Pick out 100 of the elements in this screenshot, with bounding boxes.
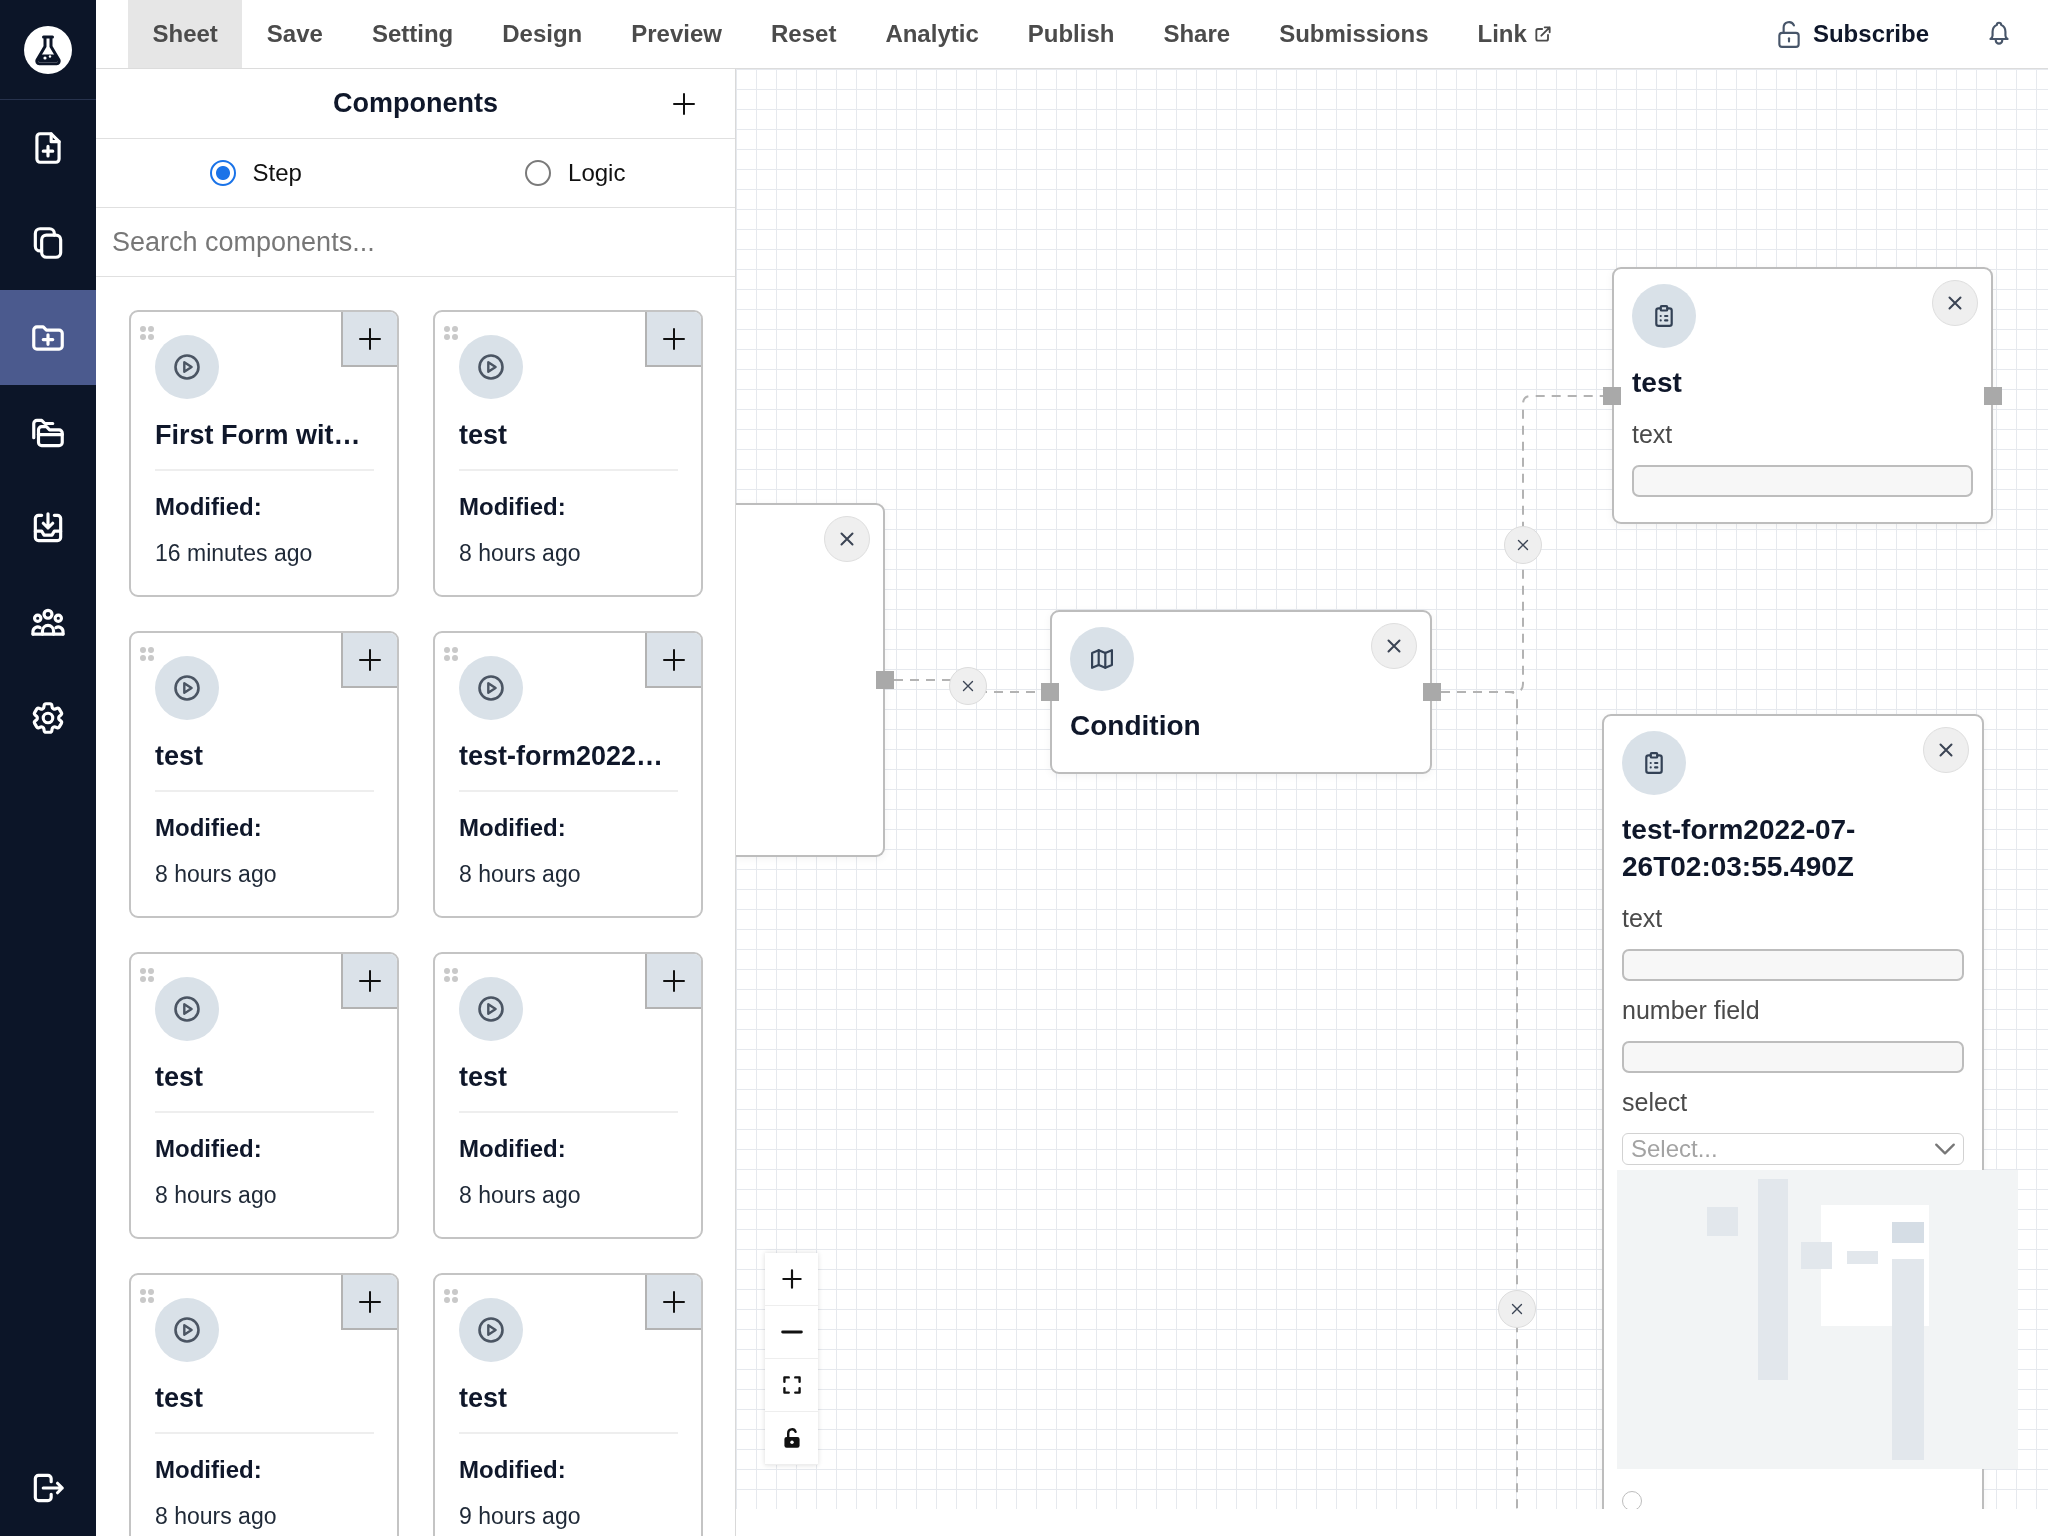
- connection-handle[interactable]: [876, 671, 894, 689]
- radio-button[interactable]: [525, 160, 552, 186]
- card-title: First Form wit…: [155, 419, 362, 452]
- connection-handle[interactable]: [1603, 386, 1621, 405]
- zoom-in-button[interactable]: [765, 1253, 818, 1306]
- modified-label: Modified:: [155, 1134, 263, 1164]
- connection-handle[interactable]: [1423, 683, 1441, 701]
- edge-delete-button[interactable]: [949, 667, 987, 705]
- menu-tab[interactable]: Submissions: [1254, 0, 1453, 68]
- minimap-node: [1847, 1251, 1878, 1264]
- node-title: test: [1632, 366, 1683, 400]
- modified-time: 16 minutes ago: [155, 539, 314, 568]
- flask-logo-icon: [24, 25, 72, 74]
- text-input[interactable]: [1622, 949, 1964, 981]
- drag-handle-icon[interactable]: [139, 967, 155, 983]
- drag-handle-icon[interactable]: [443, 646, 459, 662]
- zoom-out-button[interactable]: [765, 1306, 818, 1359]
- node-title: test-form2022-07-26T02:03:55.490Z: [1622, 813, 1857, 884]
- add-button[interactable]: [645, 954, 701, 1009]
- drag-handle-icon[interactable]: [443, 1288, 459, 1304]
- card-title: test: [459, 419, 508, 452]
- play-circle-icon: [459, 656, 523, 720]
- node-close-button[interactable]: [1923, 727, 1969, 773]
- radio-label[interactable]: Logic: [568, 155, 626, 191]
- node-close-button[interactable]: [1371, 623, 1417, 669]
- menu-link[interactable]: Link: [1453, 0, 1578, 68]
- play-circle-icon: [459, 1298, 523, 1362]
- connection-handle[interactable]: [1984, 386, 2002, 405]
- radio-label[interactable]: Step: [252, 155, 302, 191]
- add-button[interactable]: [341, 954, 397, 1009]
- node-close-button[interactable]: [1932, 280, 1978, 326]
- menu-tab[interactable]: Save: [242, 0, 348, 68]
- add-button[interactable]: [645, 1275, 701, 1330]
- drag-handle-icon[interactable]: [139, 325, 155, 341]
- play-circle-icon: [155, 977, 219, 1041]
- modified-time: 8 hours ago: [155, 860, 278, 889]
- text-input[interactable]: [1632, 465, 1973, 497]
- component-card[interactable]: test Modified: 8 hours ago: [129, 952, 399, 1239]
- component-card[interactable]: test-form2022… Modified: 8 hours ago: [433, 631, 703, 918]
- field-label: number field: [1622, 995, 1761, 1025]
- card-title: test: [155, 740, 204, 773]
- modified-time: 8 hours ago: [459, 860, 582, 889]
- add-button[interactable]: [645, 633, 701, 688]
- add-button[interactable]: [341, 1275, 397, 1330]
- field-label: select: [1622, 1087, 1689, 1117]
- menu-tab[interactable]: Setting: [347, 0, 478, 68]
- menu-tab[interactable]: Reset: [746, 0, 861, 68]
- clipboard-list-icon: [1632, 284, 1696, 348]
- radio-button[interactable]: [209, 160, 236, 186]
- card-title: test: [155, 1061, 204, 1094]
- subscribe-button[interactable]: Subscribe: [1775, 16, 1929, 52]
- menu-tab[interactable]: Design: [477, 0, 607, 68]
- card-title: test: [155, 1382, 204, 1415]
- play-circle-icon: [459, 335, 523, 399]
- fit-view-button[interactable]: [765, 1359, 818, 1412]
- text-input[interactable]: [1622, 1041, 1964, 1073]
- add-button[interactable]: [341, 633, 397, 688]
- menu-tab[interactable]: Preview: [606, 0, 747, 68]
- play-circle-icon: [459, 977, 523, 1041]
- modified-label: Modified:: [155, 492, 263, 522]
- menu-tab[interactable]: Publish: [1003, 0, 1139, 68]
- unlocked-padlock-icon: [1775, 19, 1802, 49]
- component-card[interactable]: test Modified: 9 hours ago: [433, 1273, 703, 1536]
- menu-tab[interactable]: Analytic: [860, 0, 1004, 68]
- menu-tab[interactable]: Sheet: [128, 0, 243, 68]
- component-card[interactable]: test Modified: 8 hours ago: [129, 1273, 399, 1536]
- component-card[interactable]: test Modified: 8 hours ago: [129, 631, 399, 918]
- node-title: Condition: [1070, 709, 1202, 743]
- drag-handle-icon[interactable]: [139, 646, 155, 662]
- play-circle-icon: [155, 335, 219, 399]
- minus-icon: [778, 1330, 805, 1334]
- play-circle-icon: [155, 1298, 219, 1362]
- modified-label: Modified:: [459, 1455, 567, 1485]
- drag-handle-icon[interactable]: [443, 967, 459, 983]
- edge-delete-button[interactable]: [1504, 526, 1542, 564]
- component-card[interactable]: test Modified: 8 hours ago: [433, 952, 703, 1239]
- field-label: text: [1632, 419, 1674, 449]
- radio-button[interactable]: [1622, 1491, 1642, 1509]
- drag-handle-icon[interactable]: [443, 325, 459, 341]
- menu-tab[interactable]: Share: [1138, 0, 1255, 68]
- connection-handle[interactable]: [1041, 683, 1059, 701]
- sidebar-item[interactable]: [0, 290, 96, 385]
- add-button[interactable]: [645, 312, 701, 367]
- component-card[interactable]: test Modified: 8 hours ago: [433, 310, 703, 597]
- modified-time: 8 hours ago: [155, 1181, 278, 1210]
- edge-delete-button[interactable]: [1498, 1290, 1536, 1328]
- add-button[interactable]: [341, 312, 397, 367]
- drag-handle-icon[interactable]: [139, 1288, 155, 1304]
- modified-time: 8 hours ago: [459, 1181, 582, 1210]
- chevron-down-icon: [1935, 1143, 1955, 1155]
- component-card[interactable]: First Form wit… Modified: 16 minutes ago: [129, 310, 399, 597]
- lock-button[interactable]: [765, 1412, 818, 1465]
- node-close-button[interactable]: [824, 516, 870, 562]
- modified-label: Modified:: [155, 813, 263, 843]
- modified-label: Modified:: [459, 492, 567, 522]
- minimap-node: [1801, 1242, 1832, 1269]
- card-title: test: [459, 1061, 508, 1094]
- minimap-node: [1892, 1222, 1924, 1243]
- clipboard-list-icon: [1622, 731, 1686, 795]
- modified-label: Modified:: [459, 813, 567, 843]
